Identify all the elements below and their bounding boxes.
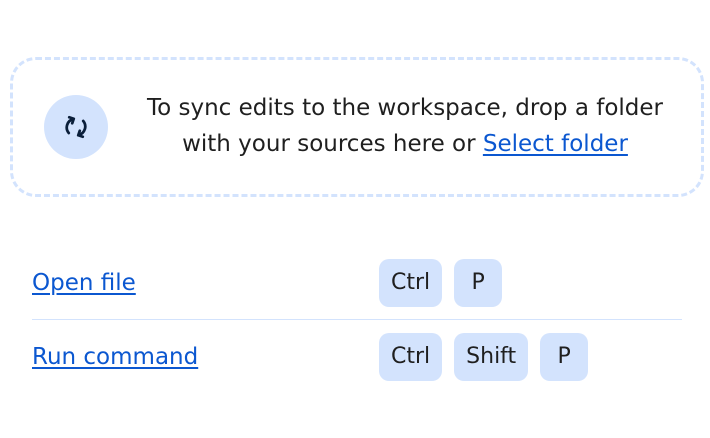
open-file-link[interactable]: Open file [32, 257, 136, 309]
key-shift: Shift [454, 333, 529, 381]
shortcut-divider [32, 319, 682, 320]
dropzone-message: To sync edits to the workspace, drop a f… [140, 90, 670, 162]
sync-badge [44, 95, 108, 159]
key-p: P [454, 259, 503, 307]
key-ctrl: Ctrl [379, 259, 443, 307]
key-ctrl: Ctrl [379, 333, 443, 381]
workspace-empty-state: To sync edits to the workspace, drop a f… [0, 0, 710, 438]
run-command-link[interactable]: Run command [32, 331, 198, 383]
sync-icon [61, 112, 91, 142]
open-file-keys: Ctrl P [379, 259, 503, 307]
shortcut-row-open-file: Open file Ctrl P [32, 257, 682, 309]
select-folder-link[interactable]: Select folder [483, 131, 628, 157]
run-command-keys: Ctrl Shift P [379, 333, 589, 381]
shortcut-row-run-command: Run command Ctrl Shift P [32, 331, 682, 383]
key-p: P [540, 333, 589, 381]
